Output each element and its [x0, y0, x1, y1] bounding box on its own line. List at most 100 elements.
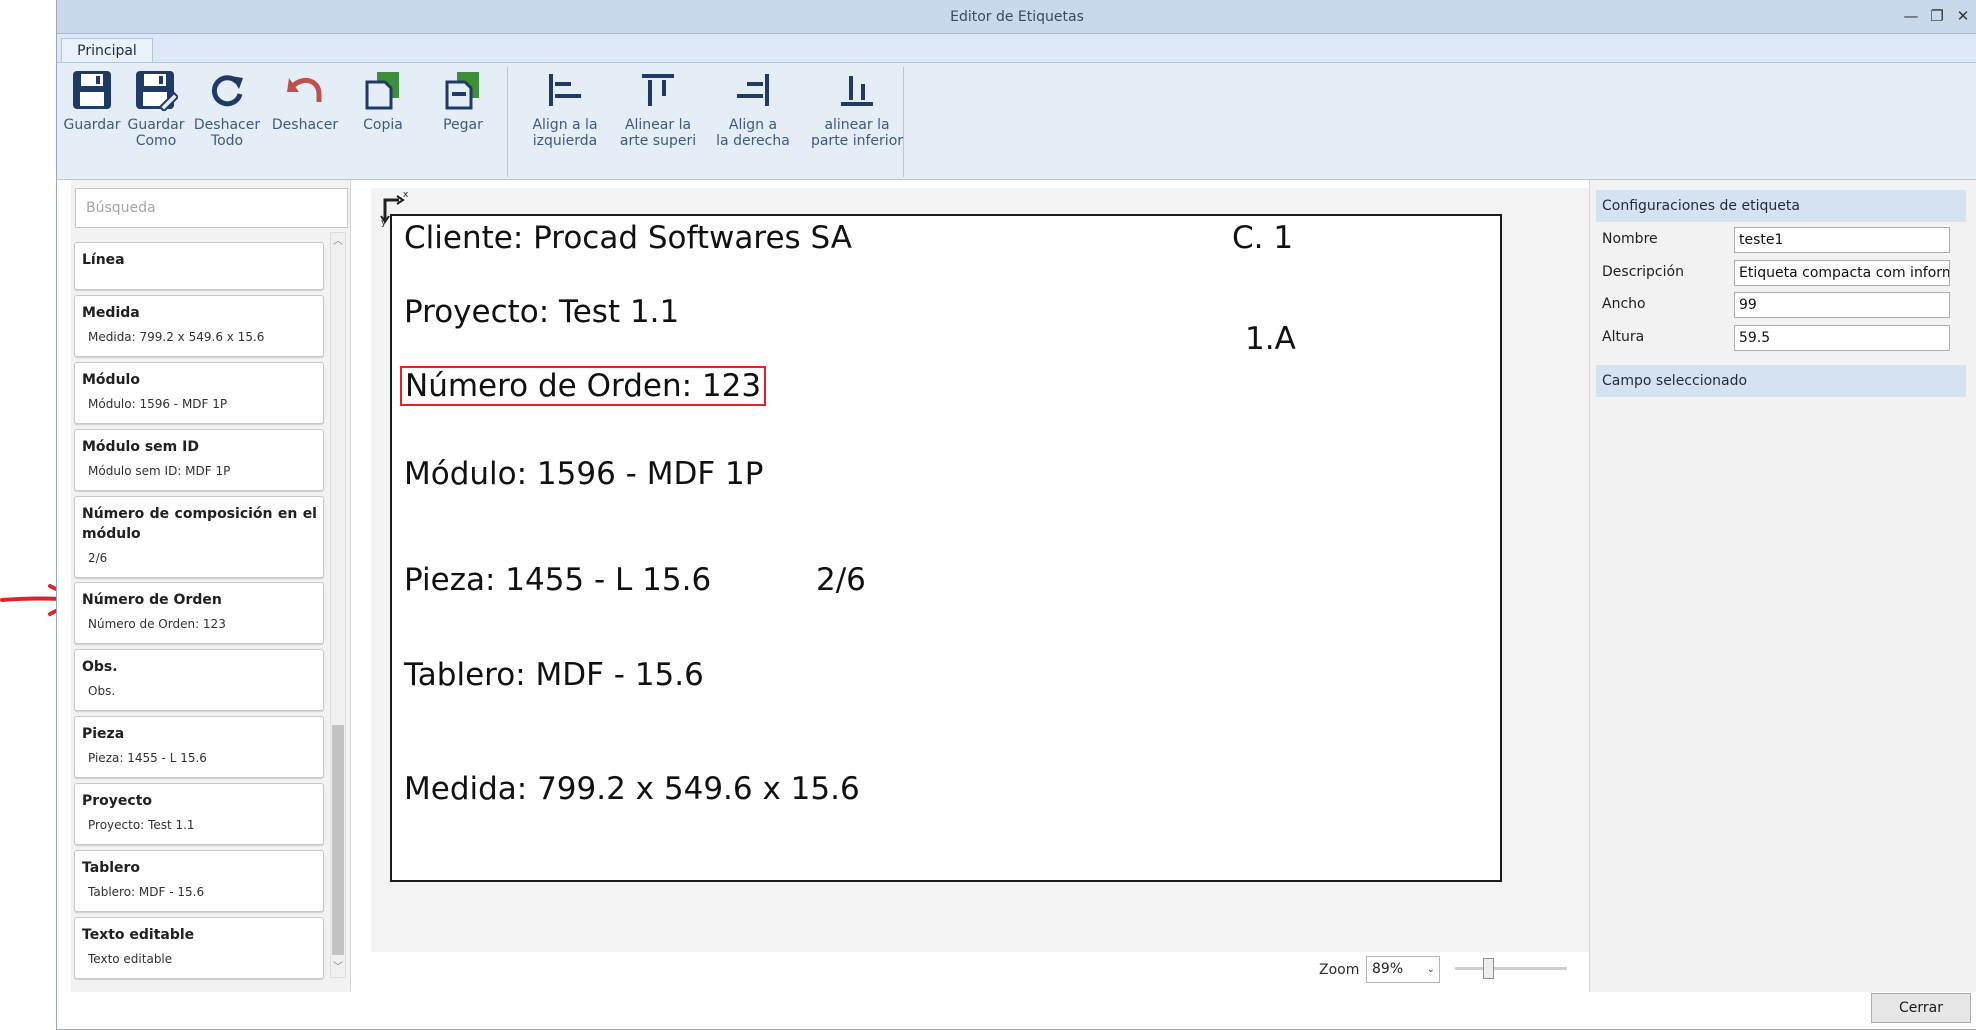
label-settings-header: Configuraciones de etiqueta: [1596, 190, 1966, 222]
align-bottom-button-label-2: parte inferior: [810, 133, 904, 149]
align-left-button[interactable]: Align a la izquierda: [527, 67, 603, 167]
scroll-up-icon[interactable]: ︿: [331, 233, 345, 251]
field-item-title: Número de Orden: [82, 592, 222, 608]
field-item-title: Pieza: [82, 726, 125, 742]
field-item-modulo-sem-id[interactable]: Módulo sem ID Módulo sem ID: MDF 1P: [74, 429, 324, 491]
descripcion-field[interactable]: Etiqueta compacta com informa: [1734, 260, 1950, 286]
close-window-icon[interactable]: ✕: [1953, 4, 1973, 28]
ribbon-separator: [507, 67, 508, 177]
zoom-slider-thumb[interactable]: [1483, 958, 1495, 979]
undo-all-button-label-2: Todo: [210, 133, 244, 149]
restore-icon[interactable]: ❐: [1927, 4, 1947, 28]
scroll-thumb[interactable]: [332, 725, 344, 955]
field-item-title: Texto editable: [82, 927, 195, 943]
field-item-obs[interactable]: Obs. Obs.: [74, 649, 324, 711]
label-canvas-area: x y Cliente: Procad Softwares SA C. 1 Pr…: [371, 188, 1633, 952]
label-text-medida[interactable]: Medida: 799.2 x 549.6 x 15.6: [404, 771, 860, 807]
field-item-title: Proyecto: [82, 793, 153, 809]
copy-button-label: Copia: [363, 117, 403, 133]
minimize-icon[interactable]: —: [1901, 4, 1921, 28]
zoom-slider-track[interactable]: [1455, 967, 1567, 970]
prop-label-nombre: Nombre: [1602, 231, 1658, 247]
ribbon-toolbar: Guardar Guardar Como Deshacer Todo Desha…: [57, 62, 1976, 180]
align-bottom-button[interactable]: alinear la parte inferior: [805, 67, 909, 167]
zoom-label: Zoom: [1319, 962, 1360, 978]
save-as-button[interactable]: Guardar Como: [125, 67, 187, 167]
screenshot-page: Editor de Etiquetas — ❐ ✕ Principal Guar…: [0, 0, 1976, 1030]
align-bottom-button-label: alinear la: [824, 117, 890, 133]
undo-icon: [281, 67, 329, 113]
close-button[interactable]: Cerrar: [1871, 993, 1971, 1023]
nombre-field[interactable]: teste1: [1734, 227, 1950, 253]
save-button[interactable]: Guardar: [63, 67, 121, 167]
ancho-field[interactable]: 99: [1734, 292, 1950, 318]
label-text-numero-de-orden-selected[interactable]: Número de Orden: 123: [400, 366, 767, 406]
align-top-button[interactable]: Alinear la arte superi: [615, 67, 701, 167]
align-left-button-label-2: izquierda: [532, 133, 598, 149]
undo-all-button[interactable]: Deshacer Todo: [191, 67, 263, 167]
field-item-title: Línea: [82, 252, 125, 268]
label-text-c1[interactable]: C. 1: [1232, 220, 1293, 256]
tab-principal[interactable]: Principal: [61, 38, 153, 64]
copy-button[interactable]: Copia: [347, 67, 419, 167]
search-input[interactable]: Búsqueda: [75, 188, 348, 228]
undo-button[interactable]: Deshacer: [267, 67, 343, 167]
field-item-value: Módulo sem ID: MDF 1P: [88, 464, 231, 478]
field-item-tablero[interactable]: Tablero Tablero: MDF - 15.6: [74, 850, 324, 912]
field-item-title: Módulo: [82, 372, 140, 388]
prop-label-descripcion: Descripción: [1602, 264, 1684, 280]
align-left-icon: [541, 67, 589, 113]
align-left-button-label: Align a la: [532, 117, 598, 133]
field-item-numero-de-orden[interactable]: Número de Orden Número de Orden: 123: [74, 582, 324, 644]
field-item-value: Obs.: [88, 684, 116, 698]
align-right-icon: [729, 67, 777, 113]
zoom-select[interactable]: 89% ⌄: [1366, 956, 1440, 983]
label-text-tablero[interactable]: Tablero: MDF - 15.6: [404, 657, 704, 693]
align-top-button-label-2: arte superi: [619, 133, 697, 149]
field-item-value: Módulo: 1596 - MDF 1P: [88, 397, 228, 411]
copy-icon: [359, 67, 407, 113]
field-item-value: Proyecto: Test 1.1: [88, 818, 195, 832]
align-top-icon: [634, 67, 682, 113]
ribbon-tab-strip: Principal: [57, 34, 1976, 64]
redo-all-icon: [203, 67, 251, 113]
scroll-down-icon[interactable]: ﹀: [331, 959, 345, 977]
fields-panel: Búsqueda Línea Medida Medida: 799.2 x 54…: [71, 180, 351, 992]
field-item-texto-editable[interactable]: Texto editable Texto editable: [74, 917, 324, 979]
field-item-title: Módulo sem ID: [82, 439, 199, 455]
save-icon: [68, 67, 116, 113]
label-text-proyecto[interactable]: Proyecto: Test 1.1: [404, 294, 679, 330]
field-item-value: 2/6: [88, 551, 108, 565]
label-text-cliente[interactable]: Cliente: Procad Softwares SA: [404, 220, 852, 256]
undo-button-label: Deshacer: [271, 117, 339, 133]
origin-y-label: y: [381, 218, 387, 228]
save-as-button-label-2: Como: [135, 133, 177, 149]
prop-label-ancho: Ancho: [1602, 296, 1646, 312]
undo-all-button-label: Deshacer: [193, 117, 261, 133]
label-text-pieza[interactable]: Pieza: 1455 - L 15.6: [404, 562, 711, 598]
label-preview[interactable]: Cliente: Procad Softwares SA C. 1 Proyec…: [390, 214, 1502, 882]
fields-scrollbar[interactable]: ︿ ﹀: [330, 232, 346, 978]
origin-x-label: x: [403, 190, 409, 200]
save-as-icon: [132, 67, 180, 113]
paste-button-label: Pegar: [443, 117, 483, 133]
field-item-pieza[interactable]: Pieza Pieza: 1455 - L 15.6: [74, 716, 324, 778]
title-bar: Editor de Etiquetas — ❐ ✕: [57, 0, 1976, 34]
align-right-button[interactable]: Align a la derecha: [709, 67, 797, 167]
zoom-select-value: 89%: [1372, 961, 1404, 977]
window-title: Editor de Etiquetas: [950, 9, 1084, 25]
app-window: Editor de Etiquetas — ❐ ✕ Principal Guar…: [56, 0, 1976, 1030]
ribbon-separator: [903, 67, 904, 177]
label-text-composicion[interactable]: 2/6: [816, 562, 866, 598]
label-text-1a[interactable]: 1.A: [1245, 321, 1296, 357]
altura-field[interactable]: 59.5: [1734, 325, 1950, 351]
paste-button[interactable]: Pegar: [423, 67, 503, 167]
field-item-numero-composicion[interactable]: Número de composición en el módulo 2/6: [74, 496, 324, 578]
field-item-medida[interactable]: Medida Medida: 799.2 x 549.6 x 15.6: [74, 295, 324, 357]
field-item-proyecto[interactable]: Proyecto Proyecto: Test 1.1: [74, 783, 324, 845]
label-text-modulo[interactable]: Módulo: 1596 - MDF 1P: [404, 456, 763, 492]
field-item-value: Pieza: 1455 - L 15.6: [88, 751, 207, 765]
align-top-button-label: Alinear la: [624, 117, 692, 133]
field-item-linea[interactable]: Línea: [74, 242, 324, 290]
field-item-modulo[interactable]: Módulo Módulo: 1596 - MDF 1P: [74, 362, 324, 424]
